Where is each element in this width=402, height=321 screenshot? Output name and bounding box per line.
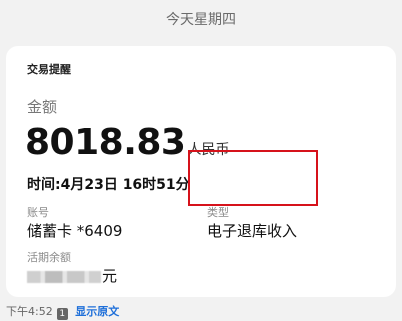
transaction-time: 时间:4月23日 16时51分 [27,177,190,193]
message-footer: 下午4:52 1 显示原文 [6,303,119,320]
date-header: 今天星期四 [166,12,236,28]
amount-label: 金额 [27,98,58,116]
amount-value: 8018.83 [25,122,186,163]
show-original-link[interactable]: 显示原文 [75,305,119,318]
account-value: 储蓄卡 *6409 [27,222,123,240]
balance-value: 元 [27,265,117,286]
type-label: 类型 [207,206,229,219]
redacted-balance [27,270,101,283]
type-value: 电子退库收入 [207,222,298,240]
account-label: 账号 [27,206,49,219]
balance-unit: 元 [102,267,118,285]
sim-badge-icon: 1 [56,308,68,320]
card-title: 交易提醒 [27,63,71,76]
message-time: 下午4:52 [6,305,53,318]
balance-label: 活期余额 [27,251,71,264]
type-highlight-box [188,150,318,206]
